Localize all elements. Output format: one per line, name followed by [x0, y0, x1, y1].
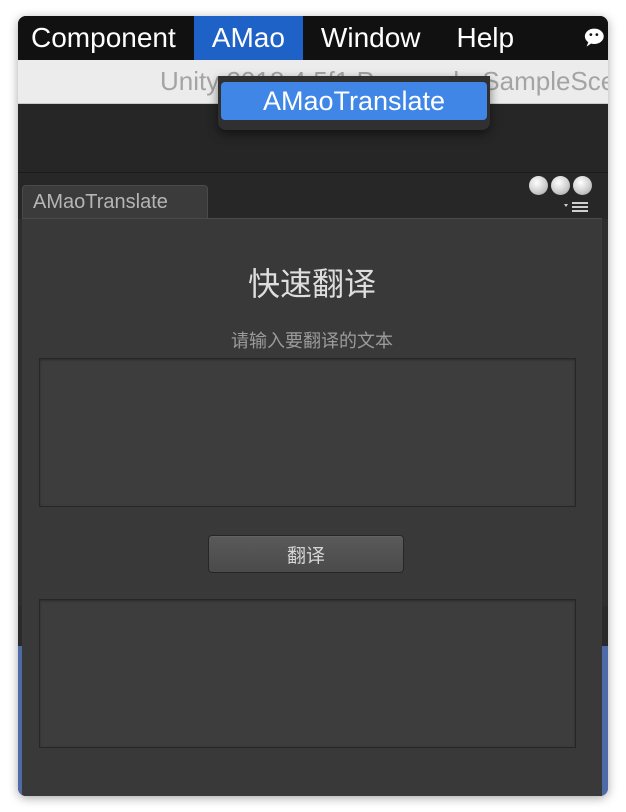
source-text-input[interactable]: [39, 358, 576, 507]
tab-amaotranslate[interactable]: AMaoTranslate: [22, 185, 208, 219]
menu-component[interactable]: Component: [18, 16, 194, 60]
input-hint-label: 请输入要翻译的文本: [231, 331, 393, 352]
menu-bar: Component AMao Window Help: [18, 16, 608, 60]
menu-window[interactable]: Window: [303, 16, 439, 60]
translate-button[interactable]: 翻译: [208, 535, 404, 573]
tab-bar: AMaoTranslate: [18, 173, 608, 219]
panel-menu-icon[interactable]: [562, 198, 592, 217]
translate-panel: 快速翻译 请输入要翻译的文本 翻译: [22, 218, 602, 796]
traffic-dots-icon[interactable]: [529, 176, 592, 195]
background-window-edge: [602, 606, 608, 796]
dot-icon: [529, 176, 548, 195]
menu-amao[interactable]: AMao: [193, 16, 303, 60]
menu-help[interactable]: Help: [439, 16, 533, 60]
wechat-icon[interactable]: [584, 16, 608, 60]
dot-icon: [551, 176, 570, 195]
amao-dropdown-menu: AMaoTranslate: [218, 76, 490, 130]
panel-title: 快速翻译: [247, 265, 376, 303]
dot-icon: [573, 176, 592, 195]
app-window: Component AMao Window Help Unity 2018.4.…: [18, 16, 608, 796]
menu-item-amaotranslate[interactable]: AMaoTranslate: [221, 82, 487, 120]
translation-output[interactable]: [39, 599, 576, 748]
